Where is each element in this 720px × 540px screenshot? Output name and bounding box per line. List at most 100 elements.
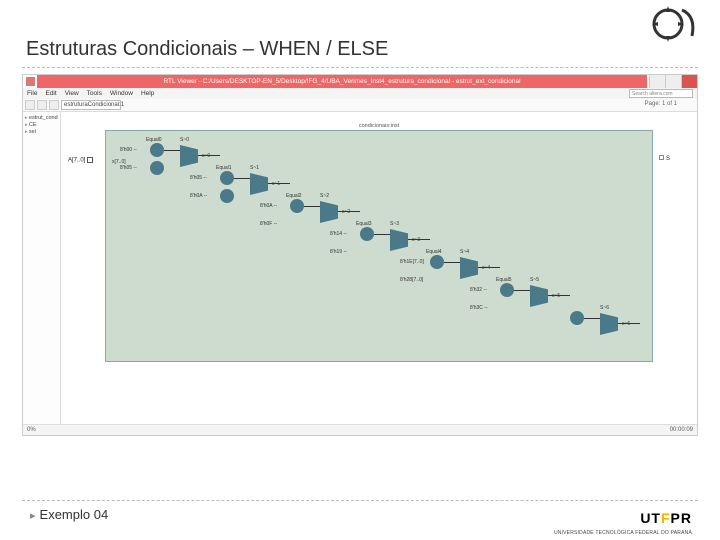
schematic-canvas[interactable]: condicionais:inst A[7..0] x[7..0] S Equa… <box>61 112 697 424</box>
const-label: 8'h00 -- <box>120 147 137 153</box>
divider-top <box>22 67 698 68</box>
comparator-icon <box>500 283 514 297</box>
utfpr-subtitle: UNIVERSIDADE TECNOLÓGICA FEDERAL DO PARA… <box>554 530 692 536</box>
const-label: 8'h05 -- <box>190 175 207 181</box>
menu-tools[interactable]: Tools <box>87 90 102 97</box>
status-left: 0% <box>27 427 36 433</box>
divider-bottom <box>22 500 698 501</box>
mux-label: S~3 <box>390 221 399 227</box>
const-label: 8'h3C -- <box>470 305 488 311</box>
comparator-icon <box>430 255 444 269</box>
slide-title: Estruturas Condicionais – WHEN / ELSE <box>0 0 720 67</box>
menu-file[interactable]: File <box>27 90 37 97</box>
const-label: 8'h05 -- <box>120 165 137 171</box>
mux-label: S~4 <box>460 249 469 255</box>
comparator-label: Equal0 <box>146 137 162 143</box>
menubar: File Edit View Tools Window Help <box>23 88 697 99</box>
institution-gear-logo <box>646 2 700 46</box>
window-titlebar: RTL Viewer - C:/Users/DESKTOP-EN_5/Deskt… <box>23 75 697 88</box>
rtl-viewer-window: RTL Viewer - C:/Users/DESKTOP-EN_5/Deskt… <box>22 74 698 436</box>
out-label: s~0 <box>202 153 210 159</box>
app-icon <box>26 77 35 86</box>
const-label: 8'h0A -- <box>260 203 277 209</box>
const-label: 8'h0A -- <box>190 193 207 199</box>
output-port: S <box>659 155 670 162</box>
out-label: s~1 <box>272 181 280 187</box>
tree-item[interactable]: CE <box>25 122 58 128</box>
statusbar: 0% 00:00:09 <box>23 424 697 435</box>
comparator-icon <box>220 189 234 203</box>
brand-mid: F <box>661 510 671 526</box>
wire <box>548 295 570 296</box>
tree-item[interactable]: sel <box>25 129 58 135</box>
wire <box>618 323 640 324</box>
brand-suffix: PR <box>671 510 692 526</box>
wire <box>478 267 500 268</box>
comparator-icon <box>220 171 234 185</box>
const-label: 8'h19 -- <box>330 249 347 255</box>
mux-icon <box>460 257 478 279</box>
toolbar-forward-button[interactable] <box>37 100 47 110</box>
wire <box>198 155 220 156</box>
menu-window[interactable]: Window <box>110 90 133 97</box>
toolbar-refresh-button[interactable] <box>49 100 59 110</box>
const-label: 8'h0F -- <box>260 221 277 227</box>
slide-caption: Exemplo 04 <box>22 507 698 522</box>
pin-icon <box>87 157 93 163</box>
comparator-icon <box>290 199 304 213</box>
toolbar-back-button[interactable] <box>25 100 35 110</box>
output-port-label: S <box>666 156 670 162</box>
wire <box>338 211 360 212</box>
out-label: s~5 <box>552 293 560 299</box>
menu-help[interactable]: Help <box>141 90 154 97</box>
wire <box>444 262 460 263</box>
mux-icon <box>600 313 618 335</box>
status-right: 00:00:09 <box>670 427 693 433</box>
maximize-button[interactable] <box>665 75 681 88</box>
mux-label: S~1 <box>250 165 259 171</box>
close-button[interactable] <box>681 75 697 88</box>
wire <box>584 318 600 319</box>
out-label: s~6 <box>622 321 630 327</box>
comparator-label: Equal5 <box>496 277 512 283</box>
input-port: A[7..0] <box>68 157 93 164</box>
search-input[interactable]: Search altera.com <box>629 89 693 98</box>
out-label: s~2 <box>342 209 350 215</box>
mux-icon <box>250 173 268 195</box>
const-label: 8'h14 -- <box>330 231 347 237</box>
page-indicator: Page: 1 of 1 <box>645 101 677 107</box>
wire <box>304 206 320 207</box>
mux-icon <box>180 145 198 167</box>
comparator-icon <box>570 311 584 325</box>
schematic-block: condicionais:inst A[7..0] x[7..0] S Equa… <box>105 130 653 362</box>
comparator-label: Equal2 <box>286 193 302 199</box>
comparator-label: Equal1 <box>216 165 232 171</box>
menu-view[interactable]: View <box>65 90 79 97</box>
wire <box>374 234 390 235</box>
minimize-button[interactable] <box>649 75 665 88</box>
menu-edit[interactable]: Edit <box>45 90 56 97</box>
wire <box>164 150 180 151</box>
schematic-title: condicionais:inst <box>359 123 399 129</box>
mux-icon <box>530 285 548 307</box>
design-selector[interactable]: estruturaCondicional:1 <box>61 100 121 110</box>
comparator-icon <box>150 143 164 157</box>
wire <box>514 290 530 291</box>
stage-5: Equal58'h32 --8'h3C --S~5s~5 <box>500 283 580 343</box>
tree-item[interactable]: estrut_cond <box>25 115 58 121</box>
comparator-label: Equal4 <box>426 249 442 255</box>
mux-label: S~5 <box>530 277 539 283</box>
input-port-label: A[7..0] <box>68 158 85 164</box>
mux-icon <box>390 229 408 251</box>
brand-prefix: UT <box>640 510 661 526</box>
stage-6: S~6s~6 <box>570 311 650 371</box>
hierarchy-panel[interactable]: estrut_cond CE sel <box>23 112 61 424</box>
mux-label: S~6 <box>600 305 609 311</box>
comparator-icon <box>360 227 374 241</box>
pin-icon <box>659 155 664 160</box>
utfpr-logo: UTFPR <box>640 510 692 526</box>
window-title: RTL Viewer - C:/Users/DESKTOP-EN_5/Deskt… <box>37 75 647 88</box>
const-label: 8'h32 -- <box>470 287 487 293</box>
wire <box>268 183 290 184</box>
wire <box>234 178 250 179</box>
